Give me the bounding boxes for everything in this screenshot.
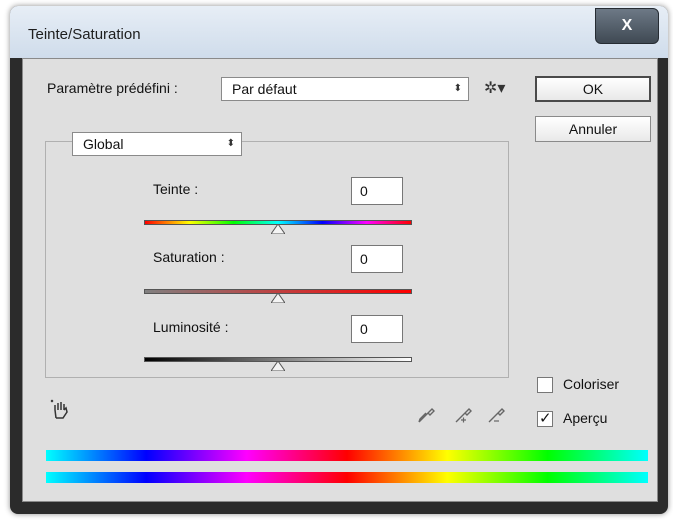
hue-slider-thumb[interactable] (271, 224, 285, 234)
cancel-button[interactable]: Annuler (535, 116, 651, 142)
gear-dropdown-icon[interactable]: ✲▾ (484, 78, 505, 98)
output-hue-bar (46, 472, 648, 483)
hand-adjust-icon[interactable] (49, 398, 73, 427)
colorize-checkbox[interactable] (537, 377, 553, 393)
saturation-label: Saturation : (153, 249, 225, 265)
eyedropper-add-icon[interactable] (453, 403, 475, 430)
saturation-value-input[interactable]: 0 (351, 245, 403, 273)
preset-select[interactable]: Par défaut ⬍ (221, 77, 469, 101)
channel-select[interactable]: Global ⬍ (72, 132, 242, 156)
eyedropper-icon[interactable] (416, 403, 438, 430)
lightness-label: Luminosité : (153, 319, 229, 335)
updown-arrow-icon: ⬍ (453, 83, 462, 94)
updown-arrow-icon: ⬍ (226, 138, 235, 149)
ok-button[interactable]: OK (535, 76, 651, 102)
checkmark-icon: ✓ (539, 410, 552, 427)
input-hue-bar (46, 450, 648, 461)
hue-value-input[interactable]: 0 (351, 177, 403, 205)
preview-label[interactable]: Aperçu (563, 410, 607, 426)
eyedropper-subtract-icon[interactable] (486, 403, 508, 430)
saturation-slider-thumb[interactable] (271, 293, 285, 303)
title-bar[interactable]: Teinte/Saturation X (10, 6, 668, 58)
preset-label: Paramètre prédéfini : (47, 80, 178, 96)
colorize-label[interactable]: Coloriser (563, 376, 619, 392)
dialog-title: Teinte/Saturation (28, 26, 141, 43)
hue-label: Teinte : (153, 181, 199, 197)
lightness-slider-thumb[interactable] (271, 361, 285, 371)
lightness-value-input[interactable]: 0 (351, 315, 403, 343)
preset-value: Par défaut (232, 81, 297, 97)
close-button[interactable]: X (595, 8, 659, 44)
preview-checkbox[interactable]: ✓ (537, 410, 553, 427)
channel-value: Global (83, 136, 124, 152)
adjustment-group (45, 141, 509, 378)
